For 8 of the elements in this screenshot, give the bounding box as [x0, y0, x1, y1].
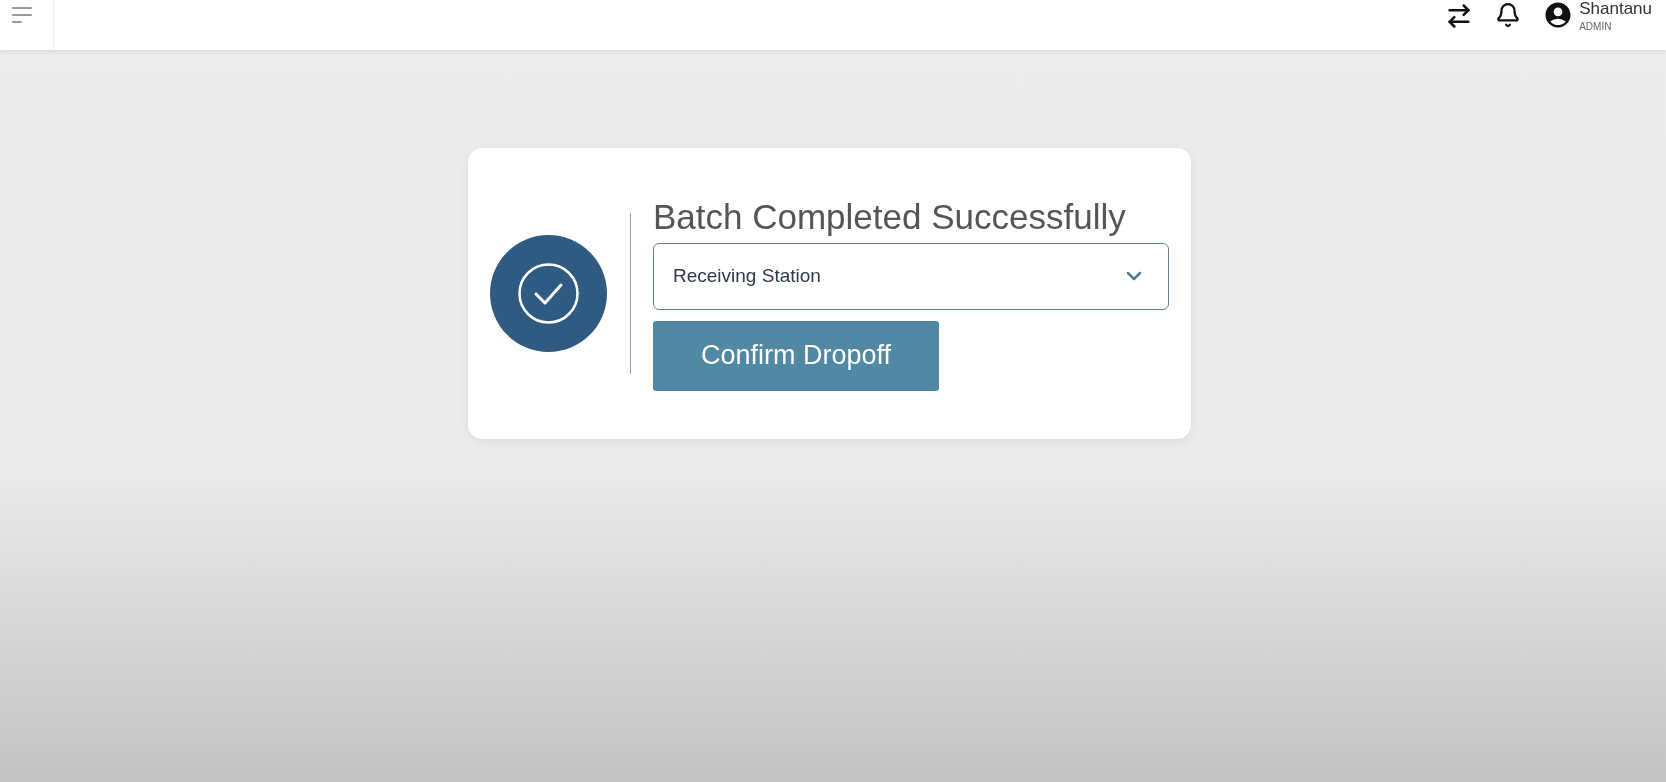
user-name: Shantanu: [1579, 0, 1652, 18]
user-role: ADMIN: [1579, 21, 1612, 33]
menu-icon: [11, 7, 32, 23]
station-select[interactable]: Receiving Station: [653, 242, 1169, 310]
success-title: Batch Completed Successfully: [653, 196, 1126, 237]
confirm-dropoff-button[interactable]: Confirm Dropoff: [653, 320, 939, 391]
success-check-icon: [490, 235, 607, 352]
notification-bell-icon[interactable]: [1495, 2, 1522, 28]
